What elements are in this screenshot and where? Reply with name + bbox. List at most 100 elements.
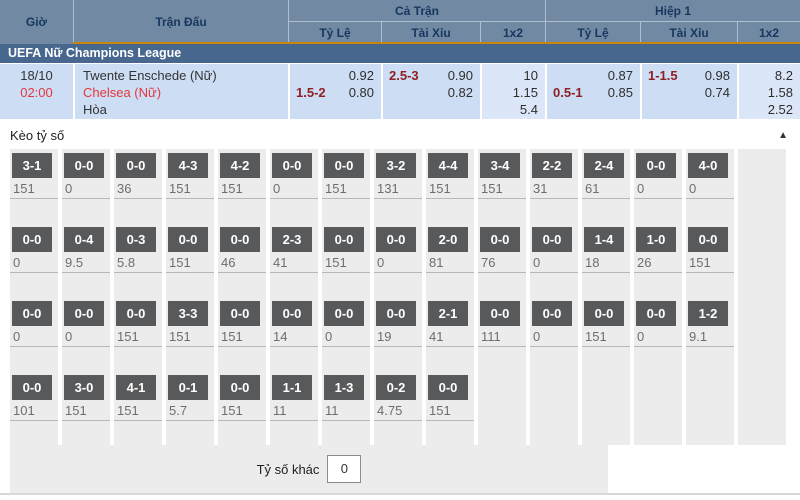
score-bet-cell[interactable]: 0-00 xyxy=(270,149,318,223)
score-bet-cell[interactable]: 0-0111 xyxy=(478,297,526,371)
score-bet-cell[interactable]: 0-00 xyxy=(634,149,682,223)
full-1x2-draw[interactable]: 5.4 xyxy=(482,101,545,118)
score-odds-value: 151 xyxy=(426,401,474,421)
score-bet-cell[interactable]: 0-0101 xyxy=(10,371,58,445)
score-bet-cell[interactable]: 1-29.1 xyxy=(686,297,734,371)
score-odds-value: 0 xyxy=(374,253,422,273)
score-bet-cell[interactable]: 4-00 xyxy=(686,149,734,223)
score-bet-cell[interactable]: 1-111 xyxy=(270,371,318,445)
score-bet-cell[interactable]: 1-026 xyxy=(634,223,682,297)
score-bet-cell[interactable]: 0-00 xyxy=(62,297,110,371)
score-bet-cell[interactable]: 0-036 xyxy=(114,149,162,223)
score-bet-cell[interactable]: 0-49.5 xyxy=(62,223,110,297)
score-bet-cell[interactable]: 1-311 xyxy=(322,371,370,445)
score-bet-cell[interactable]: 3-2131 xyxy=(374,149,422,223)
score-label: 0-0 xyxy=(688,227,728,252)
score-bet-cell[interactable]: 0-0151 xyxy=(322,149,370,223)
score-odds-value: 5.8 xyxy=(114,253,162,273)
collapse-arrow-icon[interactable]: ▲ xyxy=(778,125,788,147)
score-odds-value: 61 xyxy=(582,179,630,199)
ou-line-value: 1-1.5 xyxy=(648,67,678,84)
half-1x2-home[interactable]: 8.2 xyxy=(739,67,800,84)
correct-score-section-header[interactable]: Kèo tỷ số ▲ xyxy=(0,125,800,147)
score-bet-cell[interactable]: 4-4151 xyxy=(426,149,474,223)
score-bet-cell[interactable]: 2-461 xyxy=(582,149,630,223)
score-bet-cell[interactable]: 0-0151 xyxy=(426,371,474,445)
score-label: 3-1 xyxy=(12,153,52,178)
score-label: 0-0 xyxy=(168,227,208,252)
score-odds-value: 0 xyxy=(686,179,734,199)
score-bet-cell[interactable]: 0-076 xyxy=(478,223,526,297)
score-bet-cell[interactable]: 0-35.8 xyxy=(114,223,162,297)
half-over[interactable]: 1-1.5 0.98 xyxy=(642,67,737,84)
half-under[interactable]: 0.74 xyxy=(642,84,737,101)
score-bet-cell[interactable]: 2-081 xyxy=(426,223,474,297)
score-bet-cell[interactable]: 0-046 xyxy=(218,223,266,297)
other-score-value-box[interactable]: 0 xyxy=(327,455,361,483)
empty-grid-cell xyxy=(738,297,786,371)
score-label: 0-0 xyxy=(272,301,312,326)
half-1x2-away[interactable]: 1.58 xyxy=(739,84,800,101)
score-bet-cell[interactable]: 0-00 xyxy=(10,223,58,297)
score-label: 0-0 xyxy=(376,301,416,326)
score-bet-cell[interactable]: 3-4151 xyxy=(478,149,526,223)
score-grid-row: 0-000-000-01513-31510-01510-0140-000-019… xyxy=(10,297,786,371)
score-odds-value: 0 xyxy=(530,253,578,273)
half-handicap-home[interactable]: 0.87 xyxy=(547,67,640,84)
half-handicap-away[interactable]: 0.5-1 0.85 xyxy=(547,84,640,101)
score-bet-cell[interactable]: 0-0151 xyxy=(114,297,162,371)
score-bet-cell[interactable]: 3-1151 xyxy=(10,149,58,223)
league-header[interactable]: UEFA Nữ Champions League xyxy=(0,44,800,63)
handicap-value: 1.5-2 xyxy=(296,84,326,101)
score-bet-cell[interactable]: 3-0151 xyxy=(62,371,110,445)
score-bet-cell[interactable]: 0-00 xyxy=(530,223,578,297)
score-bet-cell[interactable]: 0-0151 xyxy=(166,223,214,297)
score-bet-cell[interactable]: 0-0151 xyxy=(686,223,734,297)
full-handicap-home[interactable]: 0.92 xyxy=(290,67,381,84)
score-bet-cell[interactable]: 0-00 xyxy=(530,297,578,371)
match-date: 18/10 xyxy=(0,67,73,84)
header-half-1x2: 1x2 xyxy=(737,22,800,44)
match-time-cell: 18/10 02:00 xyxy=(0,64,73,119)
score-bet-cell[interactable]: 0-00 xyxy=(10,297,58,371)
score-bet-cell[interactable]: 0-00 xyxy=(322,297,370,371)
score-bet-cell[interactable]: 0-00 xyxy=(62,149,110,223)
score-label: 0-0 xyxy=(12,301,52,326)
full-handicap-away[interactable]: 1.5-2 0.80 xyxy=(290,84,381,101)
score-bet-cell[interactable]: 4-3151 xyxy=(166,149,214,223)
score-odds-value: 151 xyxy=(582,327,630,347)
score-bet-cell[interactable]: 1-418 xyxy=(582,223,630,297)
full-under[interactable]: 0.82 xyxy=(383,84,480,101)
score-label: 2-4 xyxy=(584,153,624,178)
half-1x2-draw[interactable]: 2.52 xyxy=(739,101,800,118)
half-over-under-cell: 1-1.5 0.98 0.74 xyxy=(640,64,737,119)
score-bet-cell[interactable]: 2-341 xyxy=(270,223,318,297)
full-1x2-away[interactable]: 1.15 xyxy=(482,84,545,101)
score-bet-cell[interactable]: 2-141 xyxy=(426,297,474,371)
score-bet-cell[interactable]: 0-0151 xyxy=(218,371,266,445)
full-1x2-home[interactable]: 10 xyxy=(482,67,545,84)
score-bet-cell[interactable]: 0-0151 xyxy=(218,297,266,371)
score-label: 4-2 xyxy=(220,153,260,178)
empty-grid-cell xyxy=(738,371,786,445)
score-bet-cell[interactable]: 0-0151 xyxy=(322,223,370,297)
score-bet-cell[interactable]: 0-24.75 xyxy=(374,371,422,445)
score-odds-value: 0 xyxy=(270,179,318,199)
score-bet-cell[interactable]: 0-019 xyxy=(374,297,422,371)
score-bet-cell[interactable]: 4-1151 xyxy=(114,371,162,445)
score-label: 0-0 xyxy=(116,153,156,178)
full-over[interactable]: 2.5-3 0.90 xyxy=(383,67,480,84)
header-accent-line xyxy=(73,42,800,44)
score-bet-cell[interactable]: 3-3151 xyxy=(166,297,214,371)
score-bet-cell[interactable]: 0-00 xyxy=(374,223,422,297)
score-bet-cell[interactable]: 0-0151 xyxy=(582,297,630,371)
score-label: 0-0 xyxy=(480,301,520,326)
score-bet-cell[interactable]: 0-014 xyxy=(270,297,318,371)
score-bet-cell[interactable]: 0-15.7 xyxy=(166,371,214,445)
score-bet-cell[interactable]: 0-00 xyxy=(634,297,682,371)
score-odds-value: 36 xyxy=(114,179,162,199)
score-bet-cell[interactable]: 2-231 xyxy=(530,149,578,223)
away-team: Chelsea (Nữ) xyxy=(75,84,288,101)
header-group-full-match: Cả Trận xyxy=(288,0,545,22)
score-bet-cell[interactable]: 4-2151 xyxy=(218,149,266,223)
